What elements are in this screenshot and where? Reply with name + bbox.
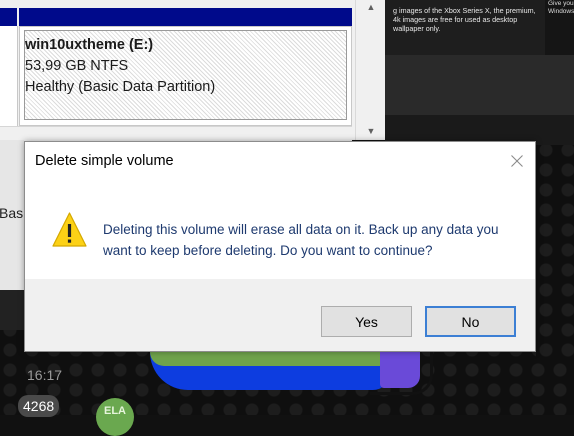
scroll-up-arrow-icon[interactable]: ▲: [356, 2, 386, 12]
disk-panel-bottom: [0, 126, 352, 141]
left-dark-strip: [0, 290, 24, 330]
volume-status: Healthy (Basic Data Partition): [25, 79, 216, 95]
desktop-background-right: [536, 140, 574, 360]
article-snippet: g images of the Xbox Series X, the premi…: [385, 0, 545, 55]
sticker-image-outline: [370, 352, 433, 395]
article-corner-snippet: Give you Windows: [545, 0, 574, 55]
dialog-title: Delete simple volume: [35, 153, 174, 169]
volume-info: win10uxtheme (E:) 53,99 GB NTFS Healthy …: [25, 35, 215, 98]
disk-header-left: [0, 8, 17, 26]
volume-size: 53,99 GB NTFS: [25, 58, 129, 74]
volume-name: win10uxtheme (E:): [25, 37, 154, 53]
message-time: 16:17: [27, 367, 63, 383]
yes-button[interactable]: Yes: [321, 306, 412, 337]
dialog-message: Deleting this volume will erase all data…: [103, 222, 499, 258]
no-button[interactable]: No: [425, 306, 516, 337]
disk-label-column[interactable]: [0, 26, 18, 126]
article-image-area: [385, 55, 574, 115]
unread-count-badge[interactable]: 4268: [18, 395, 60, 417]
disk-management-panel: win10uxtheme (E:) 53,99 GB NTFS Healthy …: [0, 0, 355, 141]
close-icon[interactable]: [503, 148, 531, 174]
volume-header-bar: [19, 8, 352, 26]
avatar[interactable]: ELA: [96, 398, 134, 436]
scroll-down-arrow-icon[interactable]: ▼: [356, 126, 386, 136]
vertical-scrollbar[interactable]: ▲ ▼: [355, 0, 385, 140]
warning-icon: [51, 211, 88, 249]
delete-volume-dialog: Delete simple volume Deleting this volum…: [24, 141, 536, 352]
basic-label-fragment: Basi: [0, 205, 27, 221]
